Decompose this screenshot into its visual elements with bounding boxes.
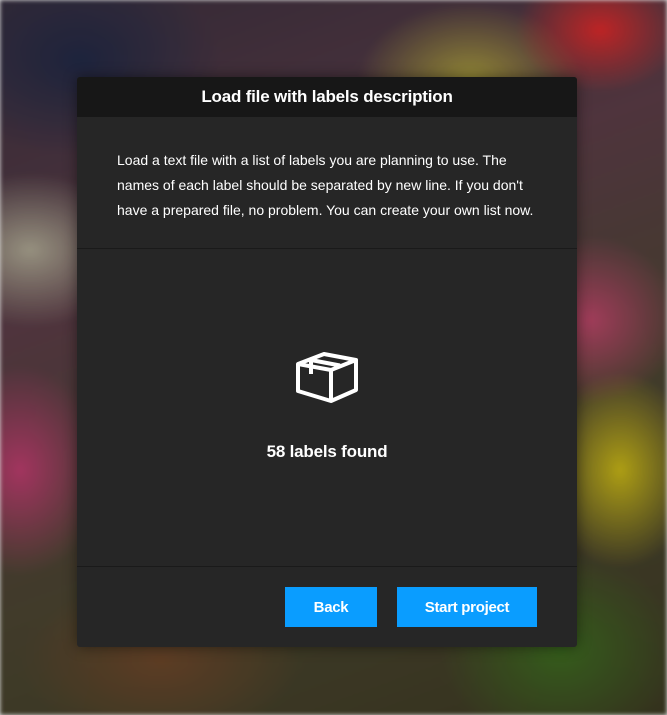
modal-title: Load file with labels description bbox=[201, 87, 453, 106]
modal-header: Load file with labels description bbox=[77, 77, 577, 117]
description-text: Load a text file with a list of labels y… bbox=[117, 152, 534, 218]
load-labels-modal: Load file with labels description Load a… bbox=[77, 77, 577, 647]
description-section: Load a text file with a list of labels y… bbox=[77, 117, 577, 249]
box-icon bbox=[296, 352, 358, 403]
modal-footer: Back Start project bbox=[77, 567, 577, 647]
start-project-button[interactable]: Start project bbox=[397, 587, 537, 627]
back-button[interactable]: Back bbox=[285, 587, 377, 627]
file-drop-zone[interactable]: 58 labels found bbox=[77, 249, 577, 567]
labels-found-status: 58 labels found bbox=[266, 442, 388, 461]
